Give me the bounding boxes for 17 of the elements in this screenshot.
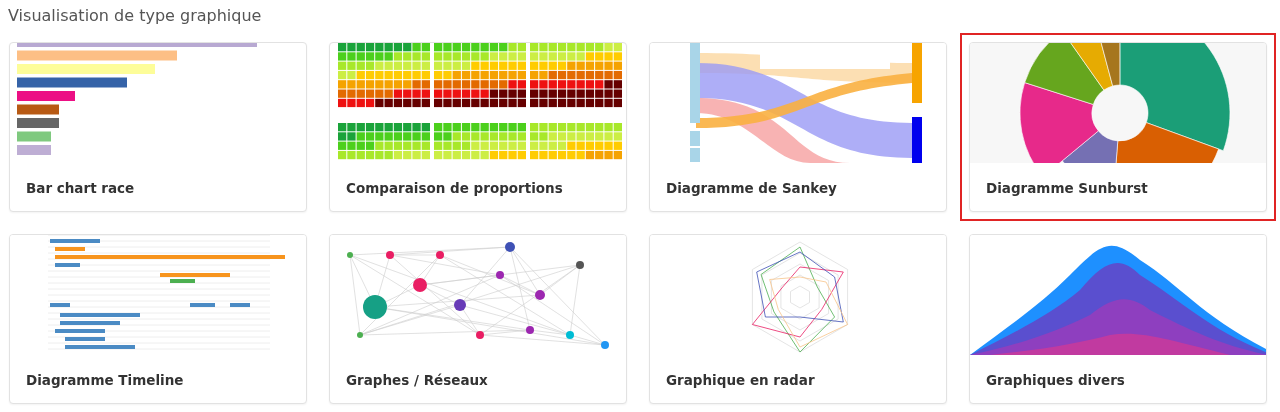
card-title: Graphes / Réseaux bbox=[345, 371, 489, 390]
chart-card[interactable]: Bar chart race bbox=[9, 42, 307, 212]
card-title: Diagramme Sunburst bbox=[985, 179, 1149, 198]
card-title: Graphique en radar bbox=[665, 371, 816, 390]
chart-card[interactable]: Graphiques divers bbox=[969, 234, 1267, 404]
chart-card[interactable]: Diagramme Timeline bbox=[9, 234, 307, 404]
card-title: Diagramme de Sankey bbox=[665, 179, 838, 198]
section-heading: Visualisation de type graphique bbox=[7, 5, 263, 27]
chart-card[interactable]: Diagramme Sunburst bbox=[969, 42, 1267, 212]
card-title: Diagramme Timeline bbox=[25, 371, 185, 390]
card-title: Graphiques divers bbox=[985, 371, 1126, 390]
chart-card[interactable]: Diagramme de Sankey bbox=[649, 42, 947, 212]
chart-card[interactable]: Comparaison de proportions bbox=[329, 42, 627, 212]
card-title: Comparaison de proportions bbox=[345, 179, 564, 198]
chart-card[interactable]: Graphique en radar bbox=[649, 234, 947, 404]
chart-card[interactable]: Graphes / Réseaux bbox=[329, 234, 627, 404]
card-title: Bar chart race bbox=[25, 179, 136, 198]
